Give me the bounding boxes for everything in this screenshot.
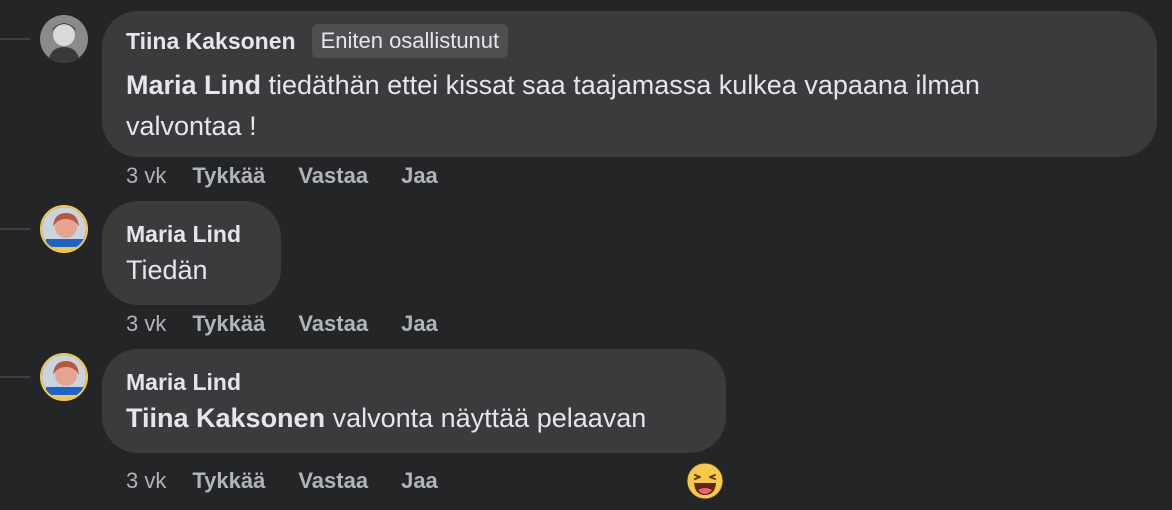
comment-text: Maria Lind tiedäthän ettei kissat saa ta… xyxy=(126,65,1133,147)
comment-actions: 3 vk Tykkää Vastaa Jaa xyxy=(126,309,471,339)
comment-text: Tiedän xyxy=(126,255,208,285)
mention-link[interactable]: Tiina Kaksonen xyxy=(126,403,325,433)
comment-author[interactable]: Maria Lind xyxy=(126,369,241,396)
comment-actions: 3 vk Tykkää Vastaa Jaa xyxy=(126,161,471,191)
haha-emoji-icon[interactable] xyxy=(686,462,724,500)
share-button[interactable]: Jaa xyxy=(401,468,438,494)
share-button[interactable]: Jaa xyxy=(401,311,438,337)
comment-author[interactable]: Maria Lind xyxy=(126,221,241,248)
like-button[interactable]: Tykkää xyxy=(192,311,265,337)
profile-photo-icon xyxy=(42,355,86,399)
avatar[interactable] xyxy=(40,15,88,63)
avatar[interactable] xyxy=(40,353,88,401)
timestamp[interactable]: 3 vk xyxy=(126,468,166,494)
like-button[interactable]: Tykkää xyxy=(192,468,265,494)
profile-photo-icon xyxy=(40,15,88,63)
comment-text: Tiina Kaksonen valvonta näyttää pelaavan xyxy=(126,398,702,439)
reply-button[interactable]: Vastaa xyxy=(298,163,368,189)
comment-bubble: Maria Lind Tiina Kaksonen valvonta näytt… xyxy=(102,349,726,453)
comment-bubble: Maria Lind Tiedän xyxy=(102,201,281,305)
reply-button[interactable]: Vastaa xyxy=(298,468,368,494)
profile-photo-icon xyxy=(42,207,86,251)
comment-bubble: Tiina Kaksonen Eniten osallistunut Maria… xyxy=(102,11,1157,157)
share-button[interactable]: Jaa xyxy=(401,163,438,189)
like-button[interactable]: Tykkää xyxy=(192,163,265,189)
reply-button[interactable]: Vastaa xyxy=(298,311,368,337)
comment-actions: 3 vk Tykkää Vastaa Jaa xyxy=(126,466,471,496)
thread-connector xyxy=(0,38,30,40)
comment-body: tiedäthän ettei kissat saa taajamassa ku… xyxy=(261,70,980,100)
comment-body-continued: valvontaa ! xyxy=(126,111,257,141)
top-contributor-badge: Eniten osallistunut xyxy=(311,24,509,58)
thread-connector xyxy=(0,228,30,230)
mention-link[interactable]: Maria Lind xyxy=(126,70,261,100)
timestamp[interactable]: 3 vk xyxy=(126,163,166,189)
comment-body: valvonta näyttää pelaavan xyxy=(325,403,647,433)
comment-author[interactable]: Tiina Kaksonen xyxy=(126,28,296,55)
avatar[interactable] xyxy=(40,205,88,253)
thread-connector xyxy=(0,376,30,378)
timestamp[interactable]: 3 vk xyxy=(126,311,166,337)
